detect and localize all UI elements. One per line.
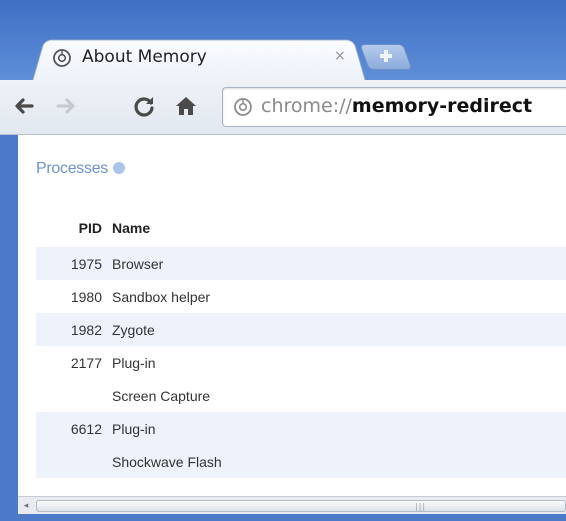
forward-button[interactable] bbox=[52, 92, 80, 120]
help-icon[interactable] bbox=[113, 162, 125, 174]
chrome-page-icon bbox=[234, 98, 252, 116]
row-name: Plug-in bbox=[112, 354, 156, 371]
reload-icon bbox=[134, 97, 154, 117]
tab-about-memory[interactable]: About Memory × bbox=[32, 36, 366, 81]
horizontal-scrollbar[interactable]: ◂ ||| bbox=[18, 496, 566, 515]
table-row-detail: Screen Capture bbox=[36, 379, 566, 412]
tab-title: About Memory bbox=[82, 47, 207, 67]
chrome-page-icon bbox=[53, 49, 71, 67]
row-name: Zygote bbox=[112, 313, 566, 346]
row-pid: 1980 bbox=[70, 288, 102, 305]
row-pid: 6612 bbox=[36, 412, 112, 445]
page-content: Processes PID Name 1975 Browser 1980 San… bbox=[18, 135, 566, 496]
new-tab-icon bbox=[380, 50, 392, 62]
back-arrow-icon bbox=[15, 98, 34, 114]
table-row: 1982 Zygote bbox=[36, 313, 566, 346]
forward-arrow-icon bbox=[56, 98, 75, 114]
page-title: Processes bbox=[36, 160, 125, 178]
row-pid: 1975 bbox=[36, 247, 112, 280]
back-button[interactable] bbox=[10, 92, 38, 120]
row-plugin-name: Shockwave Flash bbox=[112, 445, 566, 478]
address-bar[interactable]: chrome://memory-redirect bbox=[222, 87, 566, 127]
table-row: 2177 Plug-in bbox=[36, 346, 566, 379]
address-text: chrome://memory-redirect bbox=[261, 95, 532, 117]
column-header-name: Name bbox=[112, 220, 151, 236]
page-title-text: Processes bbox=[36, 160, 108, 177]
table-row-detail: Shockwave Flash bbox=[36, 445, 566, 478]
scroll-left-arrow-icon[interactable]: ◂ bbox=[18, 497, 34, 515]
address-host: memory-redirect bbox=[351, 95, 533, 117]
row-name: Browser bbox=[112, 247, 566, 280]
scrollbar-thumb[interactable]: ||| bbox=[36, 500, 566, 512]
row-name: Plug-in bbox=[112, 412, 566, 445]
address-scheme: chrome:// bbox=[261, 95, 352, 117]
reload-button[interactable] bbox=[130, 92, 158, 120]
close-tab-icon[interactable]: × bbox=[334, 48, 346, 64]
home-button[interactable] bbox=[172, 92, 200, 120]
scrollbar-grip-icon: ||| bbox=[415, 502, 427, 511]
table-row: 6612 Plug-in bbox=[36, 412, 566, 445]
new-tab-button[interactable] bbox=[359, 44, 413, 70]
row-plugin-name: Screen Capture bbox=[112, 387, 211, 404]
row-pid: 2177 bbox=[70, 354, 102, 371]
window-bottom-border bbox=[0, 514, 566, 521]
row-pid-empty bbox=[36, 445, 112, 478]
toolbar: chrome://memory-redirect bbox=[0, 80, 566, 135]
row-pid: 1982 bbox=[36, 313, 112, 346]
table-header-row: PID Name bbox=[36, 209, 566, 247]
home-icon bbox=[176, 97, 196, 115]
row-pid-empty bbox=[36, 379, 112, 412]
column-header-pid: PID bbox=[78, 220, 102, 236]
process-table: PID Name 1975 Browser 1980 Sandbox helpe… bbox=[36, 209, 566, 478]
table-row: 1980 Sandbox helper bbox=[36, 280, 566, 313]
table-row: 1975 Browser bbox=[36, 247, 566, 280]
row-name: Sandbox helper bbox=[112, 288, 211, 305]
